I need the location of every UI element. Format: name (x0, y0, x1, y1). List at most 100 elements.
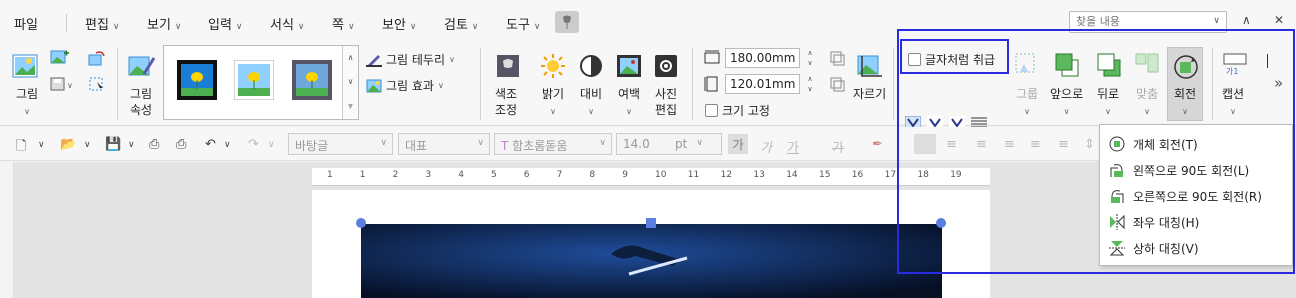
crop-button[interactable] (856, 54, 882, 81)
gallery-down-arrow-icon[interactable]: ∨ (343, 70, 358, 94)
checkbox-icon[interactable] (908, 53, 921, 66)
align-divide-icon[interactable]: ≡ (1058, 137, 1069, 152)
picture-button[interactable] (12, 54, 38, 81)
print-icon[interactable]: ⎙ (149, 137, 159, 152)
picture-properties-button[interactable] (128, 54, 156, 83)
fix-size-checkbox[interactable]: 크기 고정 (705, 102, 770, 119)
redo-icon[interactable]: ↷ (248, 137, 259, 152)
chevron-down-icon[interactable]: ∨ (268, 140, 275, 150)
gallery-up-arrow-icon[interactable]: ∧ (343, 46, 358, 70)
menu-item-flip-vertical[interactable]: 상하 대칭(V) (1108, 237, 1199, 259)
font-size-select[interactable]: 14.0 pt ∨ (616, 133, 722, 155)
italic-button[interactable]: 가 (760, 137, 772, 156)
send-backward-icon (1097, 53, 1121, 77)
menu-page[interactable]: 쪽 ∨ (332, 14, 355, 33)
align-right-icon[interactable]: ≡ (1004, 137, 1015, 152)
crop-label: 자르기 (853, 87, 887, 101)
spin-up-icon[interactable]: ∧ (804, 74, 816, 84)
chevron-down-icon: ∨ (24, 107, 30, 116)
bring-forward-button[interactable] (1054, 52, 1080, 81)
align-center-icon[interactable]: ≡ (976, 137, 987, 152)
menu-view[interactable]: 보기 ∨ (147, 14, 182, 33)
chevron-down-icon[interactable]: ∨ (38, 140, 45, 150)
height-option-icon[interactable] (829, 76, 845, 95)
align-justify-button[interactable] (914, 134, 936, 154)
width-option-icon[interactable] (829, 50, 845, 69)
insert-picture-small-button[interactable] (50, 50, 70, 69)
height-input[interactable]: 120.01 mm (725, 74, 800, 94)
checkbox-icon[interactable] (705, 104, 718, 117)
resize-handle-top-right[interactable] (936, 218, 946, 228)
brightness-button[interactable] (540, 53, 566, 82)
strikethrough-button[interactable]: 가 (832, 137, 844, 156)
menu-format[interactable]: 서식 ∨ (270, 14, 305, 33)
align-distribute-icon[interactable]: ≡ (1030, 137, 1041, 152)
new-document-icon[interactable]: 🗋 (16, 137, 26, 159)
picture-style-shadow-frame[interactable] (233, 59, 275, 101)
treat-as-char-checkbox[interactable]: 글자처럼 취급 (908, 51, 995, 68)
open-folder-icon[interactable]: 📂 (60, 137, 76, 152)
print-preview-icon[interactable]: ⎙ (176, 137, 186, 152)
gallery-expand-icon[interactable]: ⩔ (343, 94, 358, 118)
width-spinner[interactable]: ∧ ∨ (804, 48, 816, 68)
spin-up-icon[interactable]: ∧ (804, 48, 816, 58)
menu-item-rotate-left[interactable]: 왼쪽으로 90도 회전(L) (1108, 159, 1249, 181)
photo-edit-button[interactable] (654, 54, 678, 81)
picture-effect-button[interactable]: 그림 효과 ∨ (366, 77, 444, 94)
menu-insert[interactable]: 입력 ∨ (208, 14, 243, 33)
bold-button[interactable]: 가 (728, 134, 748, 154)
contrast-button[interactable] (579, 54, 603, 81)
font-select[interactable]: T 함초롬돋움 ∨ (494, 133, 612, 155)
resize-handle-top-left[interactable] (356, 218, 366, 228)
menu-file[interactable]: 파일 (14, 14, 38, 33)
picture-border-button[interactable]: 그림 테두리 ∨ (366, 51, 455, 68)
save-picture-button[interactable]: ∨ (50, 76, 76, 95)
menu-review[interactable]: 검토 ∨ (444, 14, 479, 33)
change-picture-button[interactable] (88, 50, 106, 69)
undo-icon[interactable]: ↶ (205, 137, 216, 152)
chevron-down-icon[interactable]: ∨ (128, 140, 135, 150)
menu-item-rotate-right[interactable]: 오른쪽으로 90도 회전(R) (1108, 185, 1262, 207)
language-select[interactable]: 대표 ∨ (398, 133, 490, 155)
select-picture-button[interactable] (88, 76, 106, 95)
height-spinner[interactable]: ∧ ∨ (804, 74, 816, 94)
chevron-down-icon[interactable]: ∨ (1213, 16, 1220, 26)
line-spacing-icon[interactable]: ⇕ (1084, 137, 1095, 152)
menu-security[interactable]: 보안 ∨ (382, 14, 417, 33)
spin-down-icon[interactable]: ∨ (804, 58, 816, 68)
search-box[interactable]: ∨ (1069, 11, 1227, 33)
save-icon[interactable]: 💾 (105, 137, 121, 152)
menu-edit[interactable]: 편집 ∨ (85, 14, 120, 33)
rotate-button[interactable]: 회전 ∨ (1167, 47, 1203, 121)
picture-style-gray-frame[interactable] (292, 60, 332, 100)
more-icon[interactable]: » (1274, 74, 1283, 92)
menu-item-free-rotate[interactable]: 개체 회전(T) (1108, 133, 1198, 155)
align-button[interactable] (1134, 52, 1160, 81)
free-rotate-icon (1109, 136, 1125, 152)
menu-tools[interactable]: 도구 ∨ (506, 14, 541, 33)
group-button[interactable] (1014, 52, 1038, 81)
picture-properties-label: 그림 속성 (130, 87, 153, 117)
style-select[interactable]: 바탕글 ∨ (288, 133, 393, 155)
close-button[interactable]: ✕ (1274, 13, 1284, 27)
picture-context-tab[interactable] (555, 11, 579, 33)
spin-down-icon[interactable]: ∨ (804, 84, 816, 94)
collapse-ribbon-button[interactable]: ∧ (1242, 13, 1251, 27)
underline-button[interactable]: 가 (787, 137, 799, 156)
width-input[interactable]: 180.00 mm (725, 48, 800, 68)
chevron-down-icon[interactable]: ∨ (224, 140, 231, 150)
selected-picture[interactable] (361, 224, 942, 298)
caption-button[interactable]: 가1 (1222, 52, 1248, 81)
resize-handle-top-middle[interactable] (646, 218, 656, 228)
menu-item-flip-horizontal[interactable]: 좌우 대칭(H) (1108, 211, 1199, 233)
chevron-down-icon[interactable]: ∨ (84, 140, 91, 150)
margin-button[interactable] (616, 54, 642, 81)
send-backward-button[interactable] (1096, 52, 1122, 81)
align-left-icon[interactable]: ≡ (946, 137, 957, 152)
highlight-color-icon[interactable]: ✒ (872, 137, 883, 152)
picture-style-black-frame[interactable] (177, 60, 217, 100)
search-input[interactable] (1070, 12, 1206, 31)
color-adjust-button[interactable] (496, 54, 520, 81)
gallery-scrollbar[interactable]: ∧ ∨ ⩔ (342, 46, 358, 119)
chevron-down-icon: ∨ (1230, 107, 1236, 116)
